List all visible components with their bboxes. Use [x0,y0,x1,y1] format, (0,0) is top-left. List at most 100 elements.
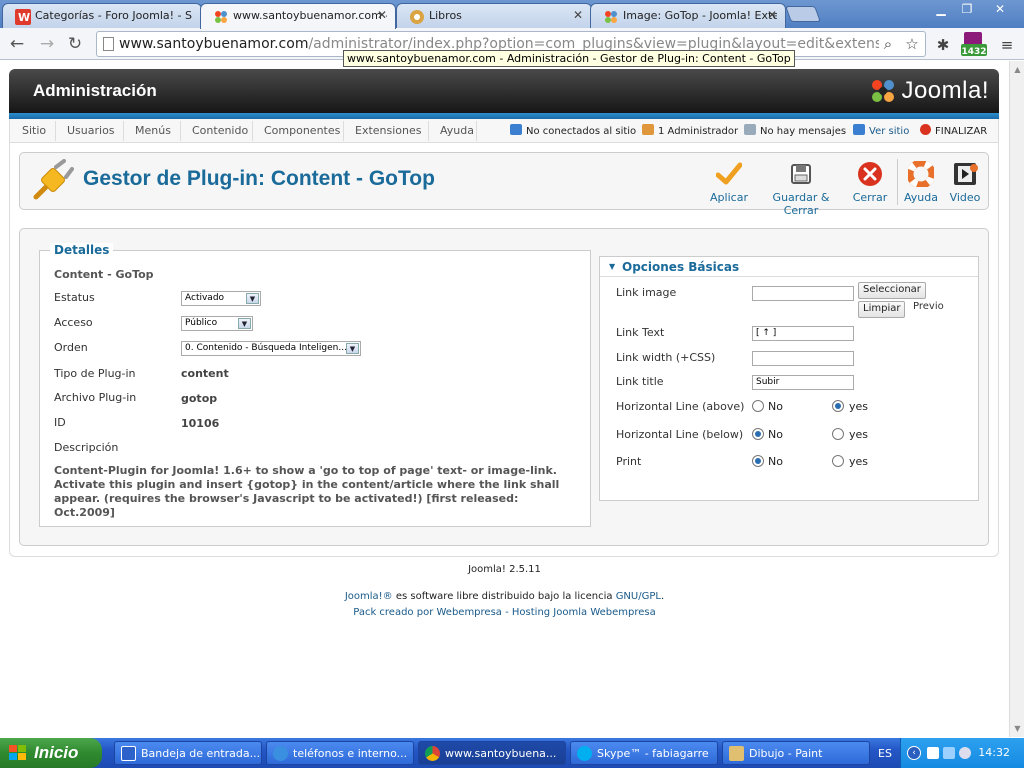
menu-icon[interactable]: ≡ [998,36,1016,54]
network-icon[interactable] [943,747,955,759]
joomla-logo-icon [872,80,895,102]
joomla-link[interactable]: Joomla!® [345,591,393,602]
link-image-input[interactable] [752,286,854,301]
start-button[interactable]: Inicio [0,738,102,768]
clock[interactable]: 14:32 [978,746,1010,759]
help-button[interactable]: Ayuda [904,161,938,204]
webempresa-link[interactable]: Webempresa [436,607,501,618]
forward-icon[interactable]: → [36,33,58,55]
access-label: Acceso [54,316,93,329]
select-image-button[interactable]: Seleccionar [858,282,926,299]
link-text-input[interactable]: [ ↑ ] [752,326,854,341]
menu-componentes[interactable]: Componentes [264,124,340,137]
browser-tab[interactable]: W Categorías - Foro Joomla! - S [2,3,202,28]
menu-divider [476,121,477,141]
print-no-radio[interactable] [752,455,764,467]
id-value: 10106 [181,417,220,430]
check-icon [716,162,742,185]
menu-divider [180,121,181,141]
star-icon[interactable]: ☆ [903,35,921,53]
status-offline: No conectados al sitio [510,124,636,137]
close-button[interactable]: Cerrar [852,161,888,204]
browser-tab[interactable]: Libros ✕ [396,3,592,28]
order-label: Orden [54,341,88,354]
video-button[interactable]: Video [948,161,982,204]
url-tooltip: www.santoybuenamor.com - Administración … [343,50,795,67]
gpl-link[interactable]: GNU/GPL [616,591,661,602]
cancel-icon [858,162,882,186]
view-site-link[interactable]: Ver sitio [853,124,909,137]
maximize-icon[interactable]: ❐ [954,0,980,18]
link-image-label: Link image [616,286,677,299]
menu-extensiones[interactable]: Extensiones [355,124,422,137]
lifebuoy-icon [908,161,934,187]
skype-icon [577,746,592,761]
pack-credit: Pack creado por Webempresa - Hosting Joo… [353,607,656,618]
hosting-link[interactable]: Hosting Joomla Webempresa [512,607,656,618]
task-outlook[interactable]: Bandeja de entrada... [114,741,262,765]
search-icon[interactable]: ⌕ [879,35,897,53]
print-yes-radio[interactable] [832,455,844,467]
clear-image-button[interactable]: Limpiar [858,301,906,318]
volume-icon[interactable] [959,747,971,759]
hline-above-yes-radio[interactable] [832,400,844,412]
close-window-icon[interactable]: ✕ [982,0,1018,18]
back-icon[interactable]: ← [6,33,28,55]
tray-app-icon[interactable] [927,747,939,759]
type-label: Tipo de Plug-in [54,367,136,380]
link-text-label: Link Text [616,326,665,339]
save-close-button[interactable]: Guardar & Cerrar [760,161,842,217]
details-legend: Detalles [50,243,114,257]
chevron-left-icon[interactable]: ‹ [907,746,921,760]
hline-above-no-radio[interactable] [752,400,764,412]
ie-icon [273,746,288,761]
scroll-down-icon[interactable]: ▼ [1013,724,1022,733]
order-select[interactable]: 0. Contenido - Búsqueda Inteligen... ▼ [181,341,361,356]
new-tab-button[interactable] [785,6,821,22]
basic-options-panel: ▼ Opciones Básicas Link image Selecciona… [599,256,979,501]
task-chrome[interactable]: www.santoybuena... [418,741,566,765]
close-icon[interactable]: ✕ [573,8,583,22]
mail-badge-icon[interactable]: 1432 [960,30,988,57]
version-text: Joomla! 2.5.11 [468,564,541,575]
apply-label: Aplicar [710,191,748,204]
link-width-input[interactable] [752,351,854,366]
close-icon[interactable]: ✕ [377,8,387,22]
menu-divider [428,121,429,141]
close-icon[interactable]: ✕ [767,8,777,22]
browser-tab[interactable]: Image: GoTop - Joomla! Exte ✕ [590,3,786,28]
task-paint[interactable]: Dibujo - Paint [722,741,870,765]
menu-divider [343,121,344,141]
tab-label: Libros [429,9,462,22]
page-title: Gestor de Plug-in: Content - GoTop [83,167,435,190]
hline-below-yes-radio[interactable] [832,428,844,440]
preview-label: Previo [913,301,944,312]
language-indicator[interactable]: ES [878,747,892,760]
link-title-input[interactable]: Subir [752,375,854,390]
menu-contenido[interactable]: Contenido [192,124,248,137]
extension-icon[interactable]: ✱ [934,36,952,54]
scroll-up-icon[interactable]: ▲ [1013,65,1022,74]
hline-below-no-radio[interactable] [752,428,764,440]
task-skype[interactable]: Skype™ - fabiagarre [570,741,718,765]
hline-above-no-label: No [768,400,783,413]
access-select[interactable]: Público ▼ [181,316,253,331]
task-ie[interactable]: teléfonos e interno... [266,741,414,765]
browser-tab-active[interactable]: www.santoybuenamor.com - ✕ [200,3,396,29]
apply-button[interactable]: Aplicar [708,161,750,204]
help-label: Ayuda [904,191,938,204]
close-label: Cerrar [852,191,888,204]
reload-icon[interactable]: ↻ [64,33,86,55]
chevron-down-icon: ▼ [246,293,259,304]
menu-menus[interactable]: Menús [135,124,171,137]
menu-sitio[interactable]: Sitio [22,124,46,137]
vertical-scrollbar[interactable]: ▲ ▼ [1009,61,1024,737]
wix-icon: W [15,9,31,25]
menu-ayuda[interactable]: Ayuda [440,124,474,137]
hline-below-yes-label: yes [849,428,869,441]
status-select[interactable]: Activado ▼ [181,291,261,306]
basic-options-header[interactable]: ▼ Opciones Básicas [600,257,978,277]
menu-usuarios[interactable]: Usuarios [67,124,115,137]
minimize-icon[interactable]: ▁ [928,0,954,18]
logout-link[interactable]: FINALIZAR [920,124,987,137]
